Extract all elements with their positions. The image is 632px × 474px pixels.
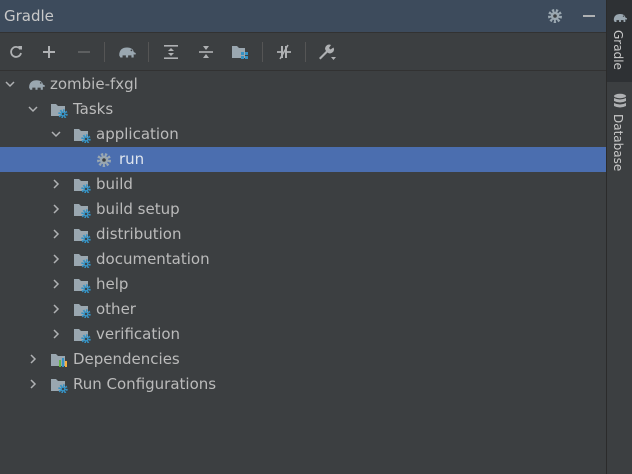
project-label: zombie-fxgl (50, 75, 138, 93)
group-label: build setup (96, 200, 180, 218)
dependencies-label: Dependencies (73, 350, 180, 368)
toolbar-separator (262, 42, 263, 62)
task-label: run (119, 150, 145, 168)
chevron-down-icon[interactable] (50, 128, 62, 140)
group-label: application (96, 125, 179, 143)
sidebar-tab-gradle[interactable]: Gradle (607, 0, 632, 82)
tree-node-distribution[interactable]: distribution (0, 222, 606, 247)
folder-gear-icon (50, 101, 68, 118)
chevron-down-icon[interactable] (4, 78, 16, 90)
folder-gear-icon (73, 201, 91, 218)
folder-gear-icon (73, 226, 91, 243)
folder-gear-icon (50, 376, 68, 393)
sidebar-tab-label: Database (611, 114, 625, 172)
minimize-icon[interactable] (578, 5, 600, 27)
group-label: build (96, 175, 133, 193)
sidebar-tab-label: Gradle (611, 30, 625, 70)
tree-node-project[interactable]: zombie-fxgl (0, 72, 606, 97)
chevron-right-icon[interactable] (50, 253, 62, 265)
folder-gear-icon (73, 301, 91, 318)
folder-gear-icon (73, 176, 91, 193)
folder-gear-icon (73, 326, 91, 343)
tree-node-verification[interactable]: verification (0, 322, 606, 347)
chevron-down-icon[interactable] (27, 103, 39, 115)
toolbar-separator (148, 42, 149, 62)
tree-node-run-configurations[interactable]: Run Configurations (0, 372, 606, 397)
dependencies-icon (50, 351, 68, 368)
folder-gear-icon (73, 251, 91, 268)
toggle-offline-icon[interactable] (273, 41, 295, 63)
folder-gear-icon (73, 126, 91, 143)
minus-icon[interactable] (73, 41, 95, 63)
tree-node-help[interactable]: help (0, 272, 606, 297)
sidebar-tab-database[interactable]: Database (607, 86, 632, 172)
refresh-icon[interactable] (5, 41, 27, 63)
toolbar (0, 33, 606, 71)
execute-gradle-task-icon[interactable] (116, 41, 138, 63)
plus-icon[interactable] (38, 41, 60, 63)
chevron-right-icon[interactable] (50, 228, 62, 240)
folder-gear-icon (73, 276, 91, 293)
window-title: Gradle (4, 7, 54, 25)
gear-icon[interactable] (544, 5, 566, 27)
right-tool-strip: Gradle Database (606, 0, 632, 474)
group-label: verification (96, 325, 181, 343)
run-configurations-label: Run Configurations (73, 375, 217, 393)
gear-icon (96, 152, 112, 168)
chevron-right-icon[interactable] (50, 303, 62, 315)
gradle-tree: zombie-fxgl Tasks application run build … (0, 71, 606, 474)
elephant-icon (27, 76, 46, 93)
tree-node-tasks[interactable]: Tasks (0, 97, 606, 122)
title-bar: Gradle (0, 0, 606, 33)
chevron-right-icon[interactable] (50, 178, 62, 190)
gradle-tool-window: Gradle zombie-fxgl Tasks application run… (0, 0, 606, 474)
settings-wrench-icon[interactable] (316, 41, 338, 63)
tree-node-build-setup[interactable]: build setup (0, 197, 606, 222)
tree-node-run[interactable]: run (0, 147, 606, 172)
group-label: other (96, 300, 136, 318)
toolbar-separator (305, 42, 306, 62)
toolbar-separator (104, 42, 105, 62)
chevron-right-icon[interactable] (50, 278, 62, 290)
collapse-all-icon[interactable] (195, 41, 217, 63)
tree-node-other[interactable]: other (0, 297, 606, 322)
tree-node-application[interactable]: application (0, 122, 606, 147)
chevron-right-icon[interactable] (27, 378, 39, 390)
tasks-label: Tasks (73, 100, 114, 118)
chevron-right-icon[interactable] (50, 203, 62, 215)
group-label: documentation (96, 250, 210, 268)
chevron-right-icon[interactable] (50, 328, 62, 340)
tree-node-dependencies[interactable]: Dependencies (0, 347, 606, 372)
tree-node-build[interactable]: build (0, 172, 606, 197)
elephant-icon (612, 11, 628, 24)
group-label: distribution (96, 225, 182, 243)
expand-all-icon[interactable] (160, 41, 182, 63)
tree-node-documentation[interactable]: documentation (0, 247, 606, 272)
database-icon (614, 93, 626, 108)
chevron-right-icon[interactable] (27, 353, 39, 365)
group-label: help (96, 275, 129, 293)
group-tasks-icon[interactable] (229, 41, 251, 63)
